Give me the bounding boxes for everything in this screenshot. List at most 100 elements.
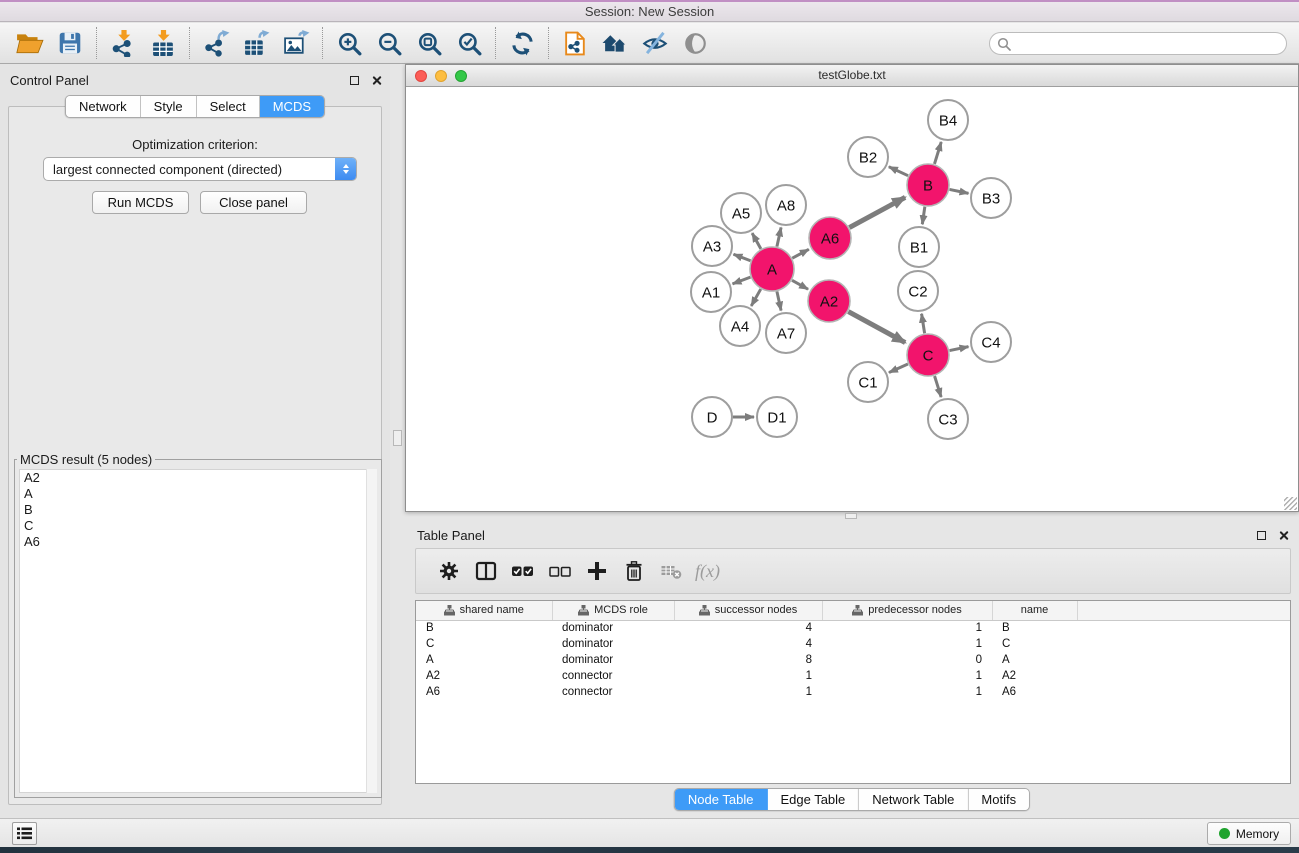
mcds-result-item[interactable]: A	[20, 486, 376, 502]
window-minimize-light[interactable]	[435, 70, 447, 82]
column-header-predecessor-nodes[interactable]: predecessor nodes	[822, 601, 992, 620]
edge-A6-B[interactable]	[849, 197, 905, 227]
show-all-networks-button[interactable]	[595, 26, 635, 60]
tab-network-table[interactable]: Network Table	[859, 789, 968, 810]
node-B3[interactable]: B3	[971, 178, 1011, 218]
import-network-button[interactable]	[103, 26, 143, 60]
node-B4[interactable]: B4	[928, 100, 968, 140]
column-header-shared-name[interactable]: shared name	[416, 601, 552, 620]
column-header-successor-nodes[interactable]: successor nodes	[674, 601, 822, 620]
import-table-button[interactable]	[143, 26, 183, 60]
network-window-titlebar[interactable]: testGlobe.txt	[406, 65, 1298, 87]
node-D1[interactable]: D1	[757, 397, 797, 437]
zoom-out-button[interactable]	[369, 26, 409, 60]
node-A4[interactable]: A4	[720, 306, 760, 346]
mcds-result-item[interactable]: C	[20, 518, 376, 534]
deselect-all-button[interactable]	[541, 553, 578, 589]
edge-B-B2[interactable]	[889, 167, 908, 176]
function-builder-button[interactable]: f(x)	[695, 561, 720, 582]
edge-B-B1[interactable]	[922, 207, 925, 224]
mcds-result-item[interactable]: B	[20, 502, 376, 518]
show-columns-button[interactable]	[467, 553, 504, 589]
network-canvas[interactable]: B4B2BB3A8A5A6A3B1AA1C2A2A4A7C4CC1C3DD1	[406, 87, 1298, 511]
edge-A-A5[interactable]	[752, 233, 761, 249]
apply-layout-button[interactable]	[502, 26, 542, 60]
edge-A-A3[interactable]	[733, 254, 750, 261]
node-A7[interactable]: A7	[766, 313, 806, 353]
node-C1[interactable]: C1	[848, 362, 888, 402]
node-A5[interactable]: A5	[721, 193, 761, 233]
search-input[interactable]	[989, 32, 1287, 55]
table-mode-button[interactable]	[430, 553, 467, 589]
node-C3[interactable]: C3	[928, 399, 968, 439]
node-B[interactable]: B	[907, 164, 949, 206]
close-panel-icon[interactable]	[371, 75, 382, 86]
float-panel-icon[interactable]	[1257, 531, 1266, 540]
window-resize-grip[interactable]	[1284, 497, 1297, 510]
export-network-button[interactable]	[196, 26, 236, 60]
close-panel-icon[interactable]	[1278, 530, 1289, 541]
delete-columns-button[interactable]	[615, 553, 652, 589]
edge-A2-C[interactable]	[848, 312, 905, 343]
edge-C-C4[interactable]	[950, 347, 969, 351]
tab-select[interactable]: Select	[197, 96, 260, 117]
zoom-selected-button[interactable]	[449, 26, 489, 60]
edge-C-C2[interactable]	[922, 314, 925, 334]
zoom-in-button[interactable]	[329, 26, 369, 60]
export-image-button[interactable]	[276, 26, 316, 60]
node-D[interactable]: D	[692, 397, 732, 437]
node-C2[interactable]: C2	[898, 271, 938, 311]
tab-node-table[interactable]: Node Table	[675, 789, 768, 810]
tab-mcds[interactable]: MCDS	[260, 96, 324, 117]
edge-A-A1[interactable]	[733, 277, 751, 284]
float-panel-icon[interactable]	[350, 76, 359, 85]
clone-network-button[interactable]	[555, 26, 595, 60]
window-close-light[interactable]	[415, 70, 427, 82]
node-A8[interactable]: A8	[766, 185, 806, 225]
window-maximize-light[interactable]	[455, 70, 467, 82]
run-mcds-button[interactable]: Run MCDS	[92, 191, 189, 214]
tab-network[interactable]: Network	[66, 96, 141, 117]
edge-A-A6[interactable]	[792, 249, 809, 258]
edge-C-C3[interactable]	[935, 376, 942, 397]
delete-table-button[interactable]	[652, 553, 689, 589]
optimization-criterion-select[interactable]: largest connected component (directed)	[43, 157, 357, 181]
tab-edge-table[interactable]: Edge Table	[767, 789, 859, 810]
birdseye-view-button[interactable]	[675, 26, 715, 60]
node-A3[interactable]: A3	[692, 226, 732, 266]
mcds-list-scrollbar[interactable]	[366, 469, 377, 793]
create-column-button[interactable]	[578, 553, 615, 589]
node-A6[interactable]: A6	[809, 217, 851, 259]
memory-button[interactable]: Memory	[1207, 822, 1291, 845]
node-B1[interactable]: B1	[899, 227, 939, 267]
node-A[interactable]: A	[750, 247, 794, 291]
column-header-name[interactable]: name	[992, 601, 1077, 620]
node-C[interactable]: C	[907, 334, 949, 376]
table-row[interactable]: Adominator80A	[416, 652, 1291, 668]
tab-style[interactable]: Style	[141, 96, 197, 117]
network-graph[interactable]: B4B2BB3A8A5A6A3B1AA1C2A2A4A7C4CC1C3DD1	[406, 87, 1298, 512]
export-table-button[interactable]	[236, 26, 276, 60]
table-row[interactable]: Cdominator41C	[416, 636, 1291, 652]
zoom-fit-button[interactable]	[409, 26, 449, 60]
edge-A-A2[interactable]	[792, 280, 808, 289]
edge-B-B4[interactable]	[934, 142, 941, 164]
close-panel-button[interactable]: Close panel	[200, 191, 307, 214]
table-row[interactable]: A6connector11A6	[416, 684, 1291, 700]
edge-A-A4[interactable]	[751, 289, 760, 306]
mcds-result-item[interactable]: A2	[20, 470, 376, 486]
tab-motifs[interactable]: Motifs	[968, 789, 1029, 810]
hide-graphics-button[interactable]	[635, 26, 675, 60]
open-file-button[interactable]	[10, 26, 50, 60]
node-B2[interactable]: B2	[848, 137, 888, 177]
table-row[interactable]: Bdominator41B	[416, 620, 1291, 636]
column-header-mcds-role[interactable]: MCDS role	[552, 601, 674, 620]
horizontal-splitter-grip[interactable]	[845, 513, 857, 519]
select-all-button[interactable]	[504, 553, 541, 589]
save-session-button[interactable]	[50, 26, 90, 60]
task-history-button[interactable]	[12, 822, 37, 845]
edge-A-A8[interactable]	[777, 227, 781, 246]
node-A2[interactable]: A2	[808, 280, 850, 322]
node-A1[interactable]: A1	[691, 272, 731, 312]
vertical-splitter-grip[interactable]	[393, 430, 402, 446]
